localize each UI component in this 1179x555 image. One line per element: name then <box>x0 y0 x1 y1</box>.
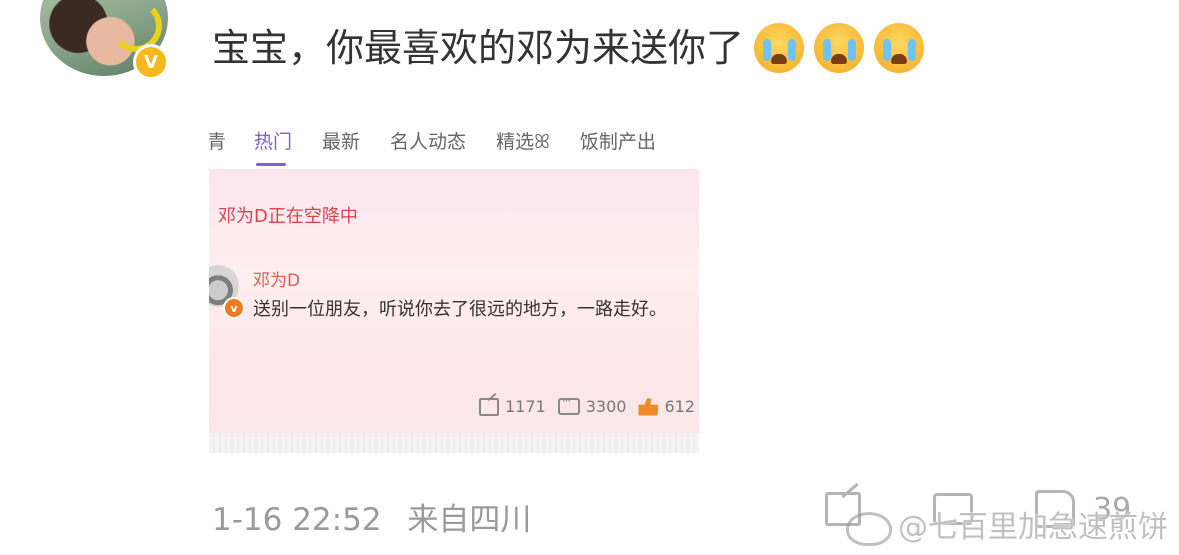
post-timestamp: 1-16 22:52 <box>212 502 382 538</box>
verified-badge-icon: V <box>133 44 169 80</box>
share-icon <box>479 397 499 416</box>
like-count: 612 <box>664 397 695 416</box>
post-text: 宝宝，你最喜欢的邓为来送你了 <box>212 26 745 70</box>
post-content: 宝宝，你最喜欢的邓为来送你了 <box>212 18 925 78</box>
tab-partial[interactable]: 青 <box>209 127 226 154</box>
post-meta: 1-16 22:52 来自四川 <box>212 494 531 539</box>
share-count: 1171 <box>505 397 546 416</box>
tab-bar: 青 热门 最新 名人动态 精选⁠ꕤ 饭制产出 <box>209 112 699 168</box>
author-verified-icon: v <box>223 297 245 319</box>
share-stat[interactable]: 1171 <box>479 397 546 416</box>
weibo-logo-icon <box>846 511 892 546</box>
attached-image[interactable]: 青 热门 最新 名人动态 精选⁠ꕤ 饭制产出 邓为D正在空降中 v 邓为D 送别… <box>209 112 699 453</box>
tab-featured[interactable]: 精选⁠ꕤ <box>496 127 550 154</box>
crying-face-icon <box>814 23 865 73</box>
comment-count: 3300 <box>585 397 627 416</box>
tab-fan-creations[interactable]: 饭制产出 <box>580 127 656 154</box>
post-source: 来自四川 <box>407 502 532 538</box>
card-title: 邓为D正在空降中 <box>218 206 358 227</box>
airdrop-card: 邓为D正在空降中 v 邓为D 送别一位朋友，听说你去了很远的地方，一路走好。 1… <box>209 169 699 433</box>
tab-latest[interactable]: 最新 <box>322 127 360 154</box>
card-stats: 1171 3300 612 <box>479 394 699 416</box>
author-name[interactable]: 邓为D <box>253 266 300 291</box>
crying-face-icon <box>874 23 925 73</box>
comment-icon <box>557 394 580 415</box>
thumbs-up-icon <box>638 397 659 416</box>
card-body: 送别一位朋友，听说你去了很远的地方，一路走好。 <box>253 299 667 320</box>
crying-face-icon <box>754 23 805 73</box>
like-stat[interactable]: 612 <box>638 397 695 416</box>
tab-hot[interactable]: 热门 <box>254 127 292 166</box>
card-footer <box>209 433 699 453</box>
tab-celebrity[interactable]: 名人动态 <box>390 127 466 154</box>
watermark-text: @七百里加急速煎饼 <box>898 510 1168 545</box>
comment-stat[interactable]: 3300 <box>557 394 627 416</box>
watermark: @七百里加急速煎饼 <box>846 502 1168 546</box>
